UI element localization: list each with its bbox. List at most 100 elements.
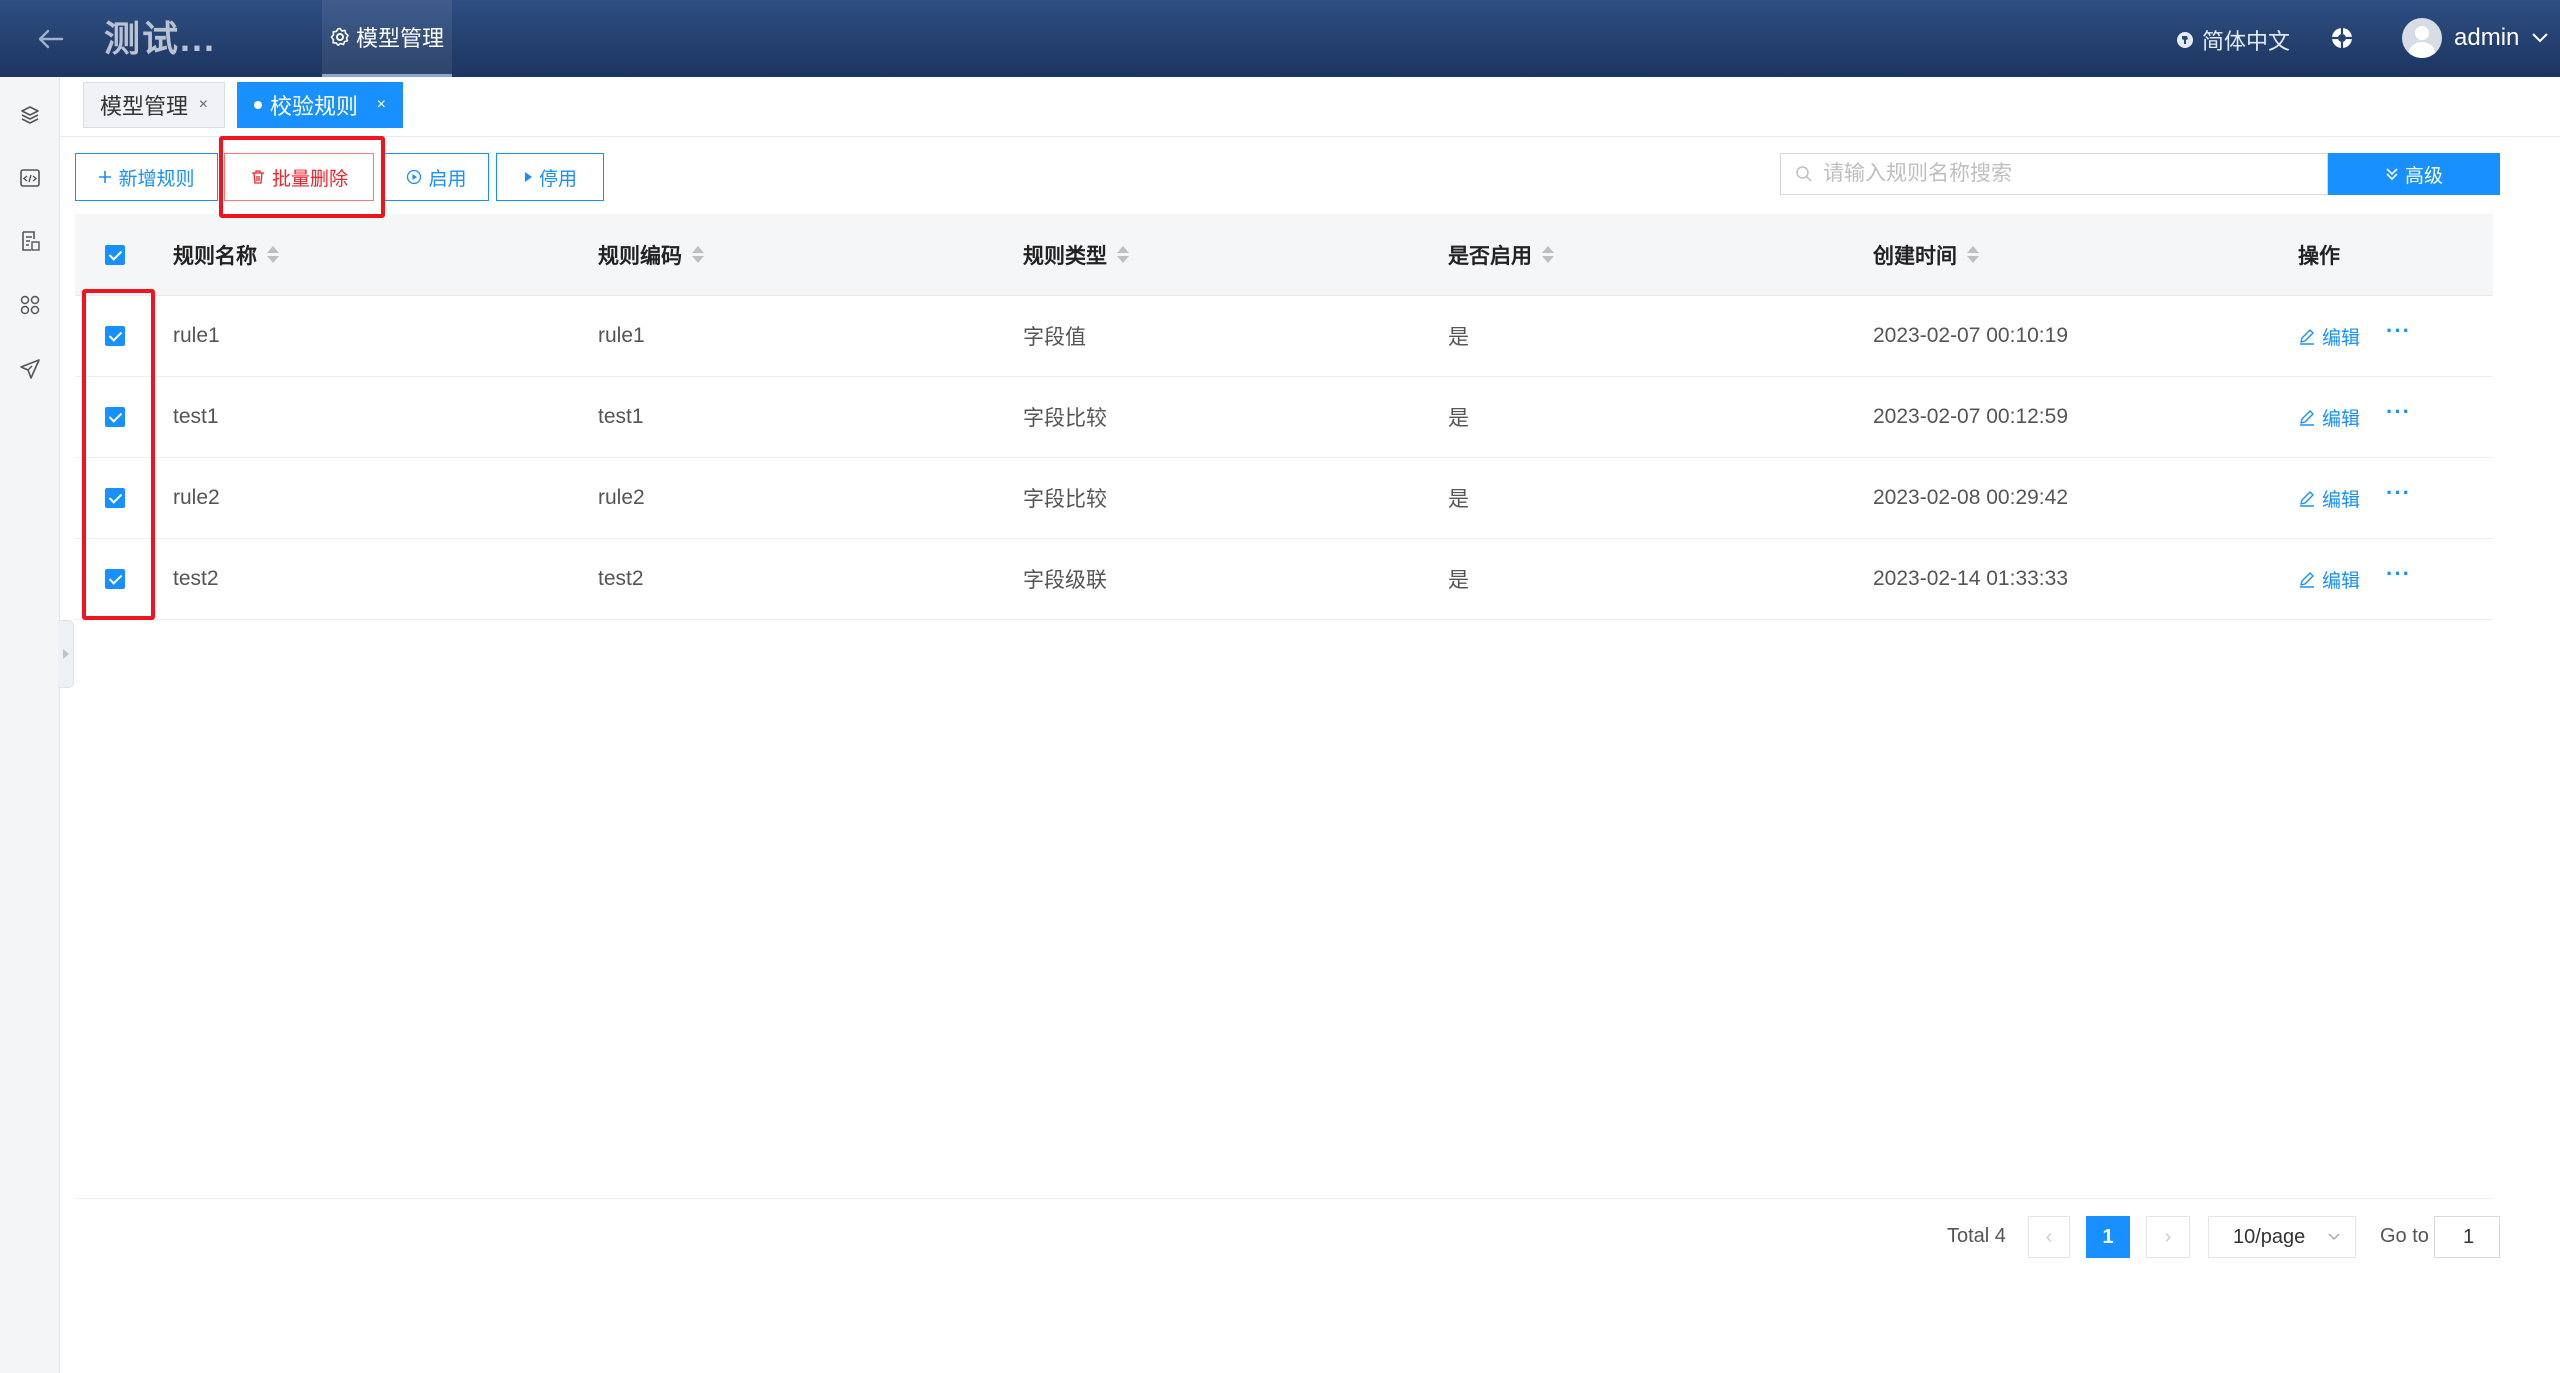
pagination-divider [75, 1198, 2493, 1199]
search-icon [1795, 165, 1813, 183]
row-checkbox[interactable] [105, 407, 125, 427]
rule-enabled: 是 [1448, 407, 1469, 430]
caret-right-icon [523, 171, 533, 183]
next-page-button[interactable]: › [2146, 1216, 2190, 1258]
edit-label: 编辑 [2322, 408, 2361, 430]
rule-name: rule1 [173, 324, 220, 347]
rule-code: test2 [598, 567, 644, 590]
prev-page-button[interactable]: ‹ [2028, 1216, 2070, 1258]
table-row[interactable]: rule1 rule1 字段值 是 2023-02-07 00:10:19 编辑… [75, 296, 2493, 377]
edit-icon [2298, 408, 2316, 426]
edit-label: 编辑 [2322, 327, 2361, 349]
sort-icon[interactable] [1542, 246, 1554, 263]
row-checkbox[interactable] [105, 569, 125, 589]
tab-validation-rules[interactable]: 校验规则 × [237, 82, 403, 128]
enable-label: 启用 [428, 168, 467, 190]
row-checkbox[interactable] [105, 488, 125, 508]
edit-icon [2298, 570, 2316, 588]
row-select-cell [105, 458, 135, 538]
column-header-actions: 操作 [2298, 214, 2340, 295]
more-icon[interactable]: ··· [2386, 320, 2411, 346]
apps-icon[interactable] [16, 291, 44, 319]
page-size-value: 10/page [2233, 1225, 2306, 1248]
report-icon[interactable] [16, 227, 44, 255]
edit-label: 编辑 [2322, 489, 2361, 511]
table-row[interactable]: test2 test2 字段级联 是 2023-02-14 01:33:33 编… [75, 539, 2493, 620]
app-title: 测试... [104, 18, 217, 59]
collapse-handle[interactable] [58, 620, 74, 688]
help-icon[interactable] [2331, 27, 2353, 49]
search-input[interactable] [1823, 162, 2303, 186]
trash-icon [250, 169, 266, 185]
page-tabs: 模型管理 × 校验规则 × [60, 77, 2560, 137]
avatar [2402, 18, 2442, 58]
batch-delete-label: 批量删除 [271, 168, 348, 190]
top-header: 测试... 模型管理 简体中文 admin [0, 0, 2560, 77]
rule-code: rule1 [598, 324, 645, 347]
goto-page-input[interactable] [2434, 1216, 2500, 1258]
page-1-button[interactable]: 1 [2086, 1216, 2130, 1258]
more-icon[interactable]: ··· [2386, 482, 2411, 508]
tab-label: 校验规则 [270, 94, 359, 119]
column-header-code[interactable]: 规则编码 [598, 214, 704, 295]
disable-label: 停用 [538, 168, 577, 190]
tab-model-management[interactable]: 模型管理 × [83, 82, 225, 128]
column-header-name[interactable]: 规则名称 [173, 214, 279, 295]
sort-icon[interactable] [692, 246, 704, 263]
edit-button[interactable]: 编辑 [2298, 404, 2360, 431]
plus-icon [98, 170, 112, 184]
batch-delete-button[interactable]: 批量删除 [224, 153, 374, 201]
language-label: 简体中文 [2202, 29, 2291, 54]
column-header-type[interactable]: 规则类型 [1023, 214, 1129, 295]
search-box[interactable] [1780, 153, 2328, 195]
enable-button[interactable]: 启用 [384, 153, 489, 201]
sort-icon[interactable] [1117, 246, 1129, 263]
close-icon[interactable]: × [377, 96, 386, 114]
globe-icon [2176, 31, 2194, 49]
disable-button[interactable]: 停用 [496, 153, 604, 201]
add-rule-button[interactable]: 新增规则 [75, 153, 218, 201]
rule-created: 2023-02-08 00:29:42 [1873, 486, 2068, 509]
back-arrow-icon[interactable] [34, 22, 68, 56]
edit-button[interactable]: 编辑 [2298, 485, 2360, 512]
code-window-icon[interactable] [16, 164, 44, 192]
column-label: 创建时间 [1873, 244, 1957, 268]
language-switch[interactable]: 简体中文 [2176, 24, 2290, 56]
rule-created: 2023-02-07 00:12:59 [1873, 405, 2068, 428]
edit-button[interactable]: 编辑 [2298, 323, 2360, 350]
table-row[interactable]: test1 test1 字段比较 是 2023-02-07 00:12:59 编… [75, 377, 2493, 458]
username: admin [2454, 24, 2520, 51]
column-label: 操作 [2298, 244, 2340, 268]
row-select-cell [105, 539, 135, 619]
chevron-right-icon [62, 649, 69, 659]
more-icon[interactable]: ··· [2386, 563, 2411, 589]
column-label: 是否启用 [1448, 244, 1532, 268]
user-menu[interactable]: admin [2402, 18, 2549, 58]
goto-label: Go to [2380, 1225, 2429, 1247]
send-icon[interactable] [16, 355, 44, 383]
advanced-search-button[interactable]: 高级 [2328, 153, 2500, 195]
more-icon[interactable]: ··· [2386, 401, 2411, 427]
rule-type: 字段级联 [1023, 569, 1107, 592]
close-icon[interactable]: × [199, 96, 208, 114]
row-actions: 编辑 ··· [2298, 377, 2411, 457]
column-header-enabled[interactable]: 是否启用 [1448, 214, 1554, 295]
edit-button[interactable]: 编辑 [2298, 566, 2360, 593]
edit-icon [2298, 327, 2316, 345]
page-size-select[interactable]: 10/page [2208, 1216, 2356, 1258]
rule-enabled: 是 [1448, 569, 1469, 592]
column-header-created[interactable]: 创建时间 [1873, 214, 1979, 295]
sort-icon[interactable] [1967, 246, 1979, 263]
add-rule-label: 新增规则 [118, 168, 195, 190]
row-checkbox[interactable] [105, 326, 125, 346]
rule-created: 2023-02-14 01:33:33 [1873, 567, 2068, 590]
rule-code: rule2 [598, 486, 645, 509]
table-row[interactable]: rule2 rule2 字段比较 是 2023-02-08 00:29:42 编… [75, 458, 2493, 539]
row-actions: 编辑 ··· [2298, 458, 2411, 538]
chevron-down-icon [2531, 32, 2549, 44]
nav-tab-model-management[interactable]: 模型管理 [322, 0, 452, 77]
layers-icon[interactable] [16, 101, 44, 129]
sort-icon[interactable] [267, 246, 279, 263]
nav-tab-label: 模型管理 [355, 26, 444, 51]
select-all-checkbox[interactable] [105, 244, 125, 265]
